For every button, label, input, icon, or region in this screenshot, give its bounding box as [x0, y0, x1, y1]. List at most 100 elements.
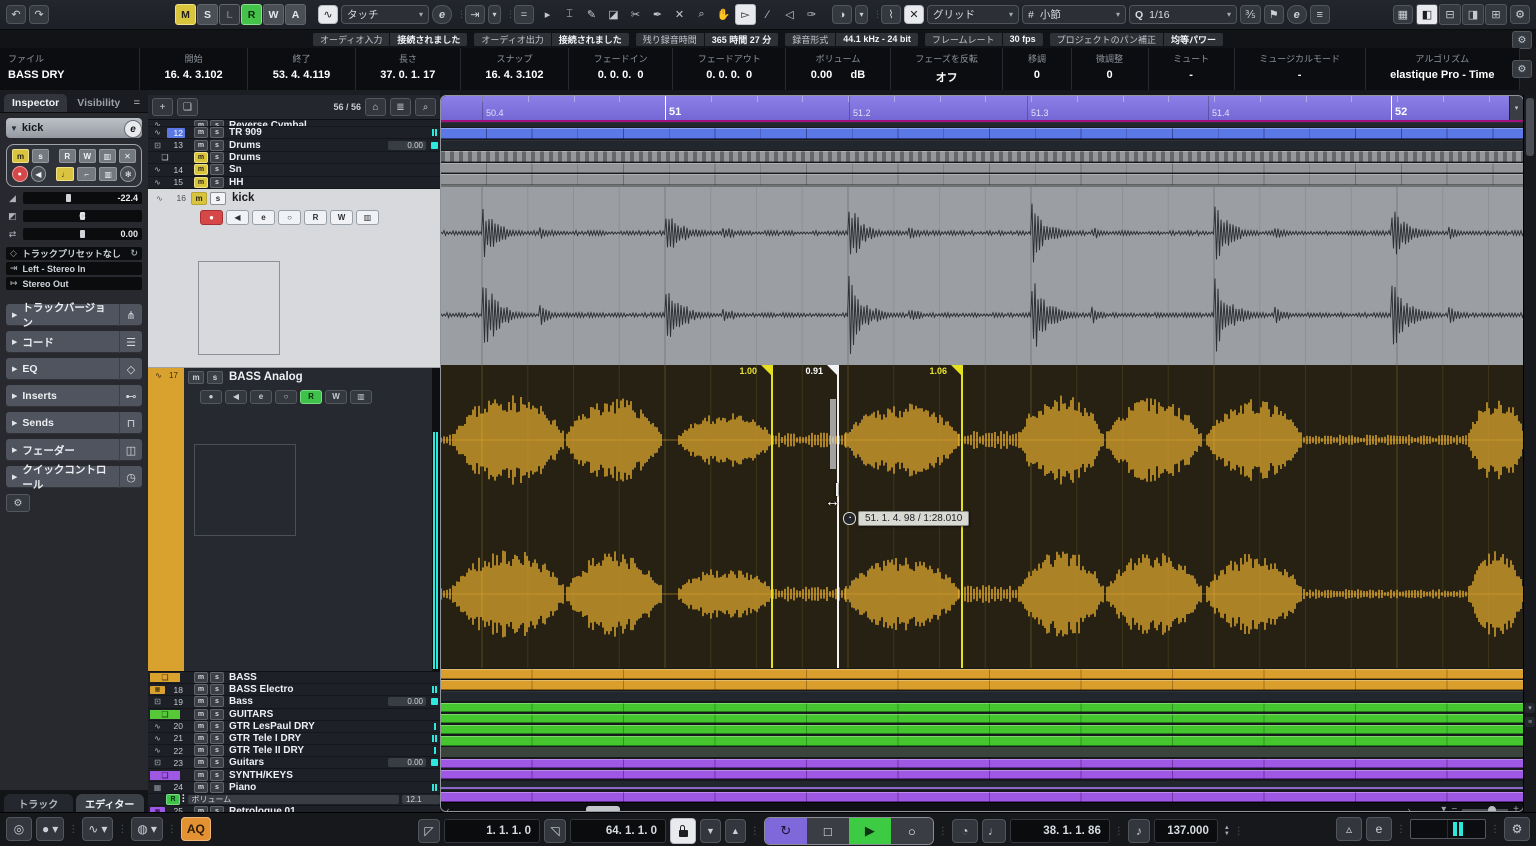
track-row-synth-keys[interactable]: ❏msSYNTH/KEYS	[148, 769, 440, 781]
automation-parameter[interactable]: ボリューム	[188, 795, 400, 804]
record-button[interactable]: ○	[891, 818, 933, 844]
punch-out-button[interactable]: ▲	[725, 819, 746, 843]
inspector-section-0[interactable]: ▶トラックバージョン⋔	[6, 304, 142, 326]
info-field-4[interactable]: スナップ16. 4. 3.102	[461, 48, 569, 90]
status-value[interactable]: 均等パワー	[1164, 33, 1223, 46]
track-row-bass[interactable]: ❏msBASS	[148, 672, 440, 684]
solo-button[interactable]: s	[32, 149, 49, 163]
volume-slider-handle[interactable]	[66, 194, 71, 202]
folder-icon[interactable]: ❏	[150, 673, 180, 682]
hand-tool[interactable]: ✋	[713, 4, 734, 25]
edit-channel-button[interactable]: e	[124, 120, 142, 138]
audition-tool[interactable]: ◁	[779, 4, 800, 25]
inspector-section-2[interactable]: ▶EQ◇	[6, 358, 142, 380]
info-field-3[interactable]: 長さ37. 0. 1. 17	[356, 48, 461, 90]
inspector-section-6[interactable]: ▶クイックコントロール◷	[6, 466, 142, 488]
section-icon[interactable]: ◫	[119, 439, 142, 461]
info-field-13[interactable]: アルゴリズムelastique Pro - Time	[1366, 48, 1520, 90]
track-row-drums[interactable]: ❏msDrums	[148, 152, 440, 164]
status-value[interactable]: 接続されました	[552, 33, 629, 46]
event-lane-hh[interactable]	[441, 174, 1523, 185]
event-lane-bass-folder[interactable]	[441, 669, 1523, 679]
info-field-9[interactable]: 移調0	[1003, 48, 1071, 90]
mute-button[interactable]: m	[194, 177, 208, 188]
lanes-button[interactable]: ▥	[356, 210, 379, 225]
horizontal-scrollbar[interactable]: ‹ › ▾ − +	[441, 802, 1523, 811]
input-routing-row[interactable]: ⇥ Left - Stereo In	[6, 262, 142, 275]
cycle-button[interactable]: ↻	[765, 818, 807, 844]
track-delay-value[interactable]: 0.00	[388, 141, 426, 150]
ruler-options-button[interactable]: ▾	[1509, 96, 1523, 120]
mute-button[interactable]: m	[194, 127, 208, 138]
delay-slider-handle[interactable]	[80, 230, 85, 238]
glue-tool[interactable]: ✒	[647, 4, 668, 25]
mute-button[interactable]: m	[191, 192, 207, 205]
solo-button[interactable]: s	[210, 177, 224, 188]
time-format-button[interactable]: ♩	[982, 819, 1006, 843]
track-row-piano[interactable]: ▦24msPiano	[148, 782, 440, 794]
undo-button[interactable]: ↶	[6, 5, 26, 24]
mute-button[interactable]: m	[12, 149, 29, 163]
snap-on-off-button[interactable]: ✕	[904, 5, 924, 24]
write-automation-button[interactable]: W	[325, 390, 347, 404]
scrub-tool[interactable]: ▻	[735, 4, 756, 25]
event-lane-guitars-folder[interactable]	[441, 703, 1523, 713]
mute-button[interactable]: m	[188, 371, 204, 384]
automation-l-button[interactable]: L	[219, 4, 240, 25]
status-value[interactable]: 30 fps	[1003, 33, 1043, 46]
track-filter-button[interactable]: ≣	[390, 98, 411, 116]
info-field-5[interactable]: フェードイン0. 0. 0. 0	[569, 48, 673, 90]
volume-slider[interactable]: -22.4	[23, 192, 142, 204]
automation-value[interactable]: 12.1	[402, 795, 440, 804]
pan-slider[interactable]: C	[23, 210, 142, 222]
right-locator-display[interactable]: 64. 1. 1. 0	[570, 819, 666, 843]
inspector-section-1[interactable]: ▶コード☰	[6, 331, 142, 353]
lanes-button[interactable]: ▥	[350, 390, 372, 404]
snap-zero-crossing-button[interactable]: =	[514, 5, 534, 24]
automation-s-button[interactable]: S	[197, 4, 218, 25]
freeze-button[interactable]: ✻	[120, 166, 136, 182]
mute-button[interactable]: m	[194, 733, 208, 744]
output-routing-row[interactable]: ↦ Stereo Out	[6, 277, 142, 290]
scroll-left-button[interactable]: ‹	[442, 804, 454, 812]
event-lane-synthkeys-folder[interactable]	[441, 759, 1523, 769]
metronome-setup-button[interactable]: e	[1366, 817, 1392, 841]
solo-button[interactable]: s	[210, 721, 224, 732]
status-value[interactable]: 365 時間 27 分	[705, 33, 779, 46]
solo-button[interactable]: s	[210, 782, 224, 793]
musical-timebase-button[interactable]: ♩	[56, 167, 74, 181]
solo-button[interactable]: s	[210, 709, 224, 720]
warp-marker-flag[interactable]	[951, 365, 961, 375]
record-enable-button[interactable]: ●	[200, 210, 223, 225]
punch-in-button[interactable]: ▼	[700, 819, 721, 843]
toggle-left-zone-button[interactable]: ◧	[1416, 4, 1438, 25]
mute-button[interactable]: m	[194, 696, 208, 707]
tempo-track-button[interactable]: ♪	[1128, 819, 1150, 843]
section-icon[interactable]: ⋔	[119, 304, 142, 326]
read-automation-button[interactable]: R	[59, 149, 76, 163]
folder-icon[interactable]: ❏	[150, 153, 180, 162]
line-tool[interactable]: ∕	[757, 4, 778, 25]
quantize-select[interactable]: Q 1/16 ▾	[1129, 5, 1237, 24]
track-row[interactable]: R⫶ボリューム12.1	[148, 794, 440, 806]
automation-follow-button[interactable]: ∿	[318, 5, 338, 24]
insert-bypass-button[interactable]: ○	[275, 390, 297, 404]
track-home-button[interactable]: ⌂	[365, 98, 386, 116]
track-delay-value[interactable]: 0.00	[388, 758, 426, 767]
vertical-scrollbar[interactable]: ▾ ≡	[1523, 95, 1536, 812]
solo-button[interactable]: s	[210, 127, 224, 138]
inspector-menu-icon[interactable]: =	[134, 97, 144, 112]
mute-button[interactable]: m	[194, 120, 208, 127]
transport-setup-gear-button[interactable]: ⚙	[1504, 817, 1530, 841]
event-lane-gtr-tele-1[interactable]	[441, 725, 1523, 735]
tempo-stepper[interactable]: ▲▼	[1224, 825, 1230, 837]
solo-button[interactable]: s	[210, 684, 224, 695]
event-lane-drums-folder[interactable]	[441, 151, 1523, 162]
autoscroll-button[interactable]: ⇥	[465, 5, 485, 24]
track-picture-box[interactable]	[198, 261, 280, 355]
event-lane-tr909[interactable]	[441, 128, 1523, 139]
lock-track-button[interactable]: ⌐	[77, 167, 95, 181]
track-row-reverse-cymbal[interactable]: ∿msReverse Cymbal	[148, 120, 440, 127]
record-enable-button[interactable]: ●	[200, 390, 222, 404]
info-line-setup-button[interactable]: ⚙	[1512, 60, 1532, 78]
